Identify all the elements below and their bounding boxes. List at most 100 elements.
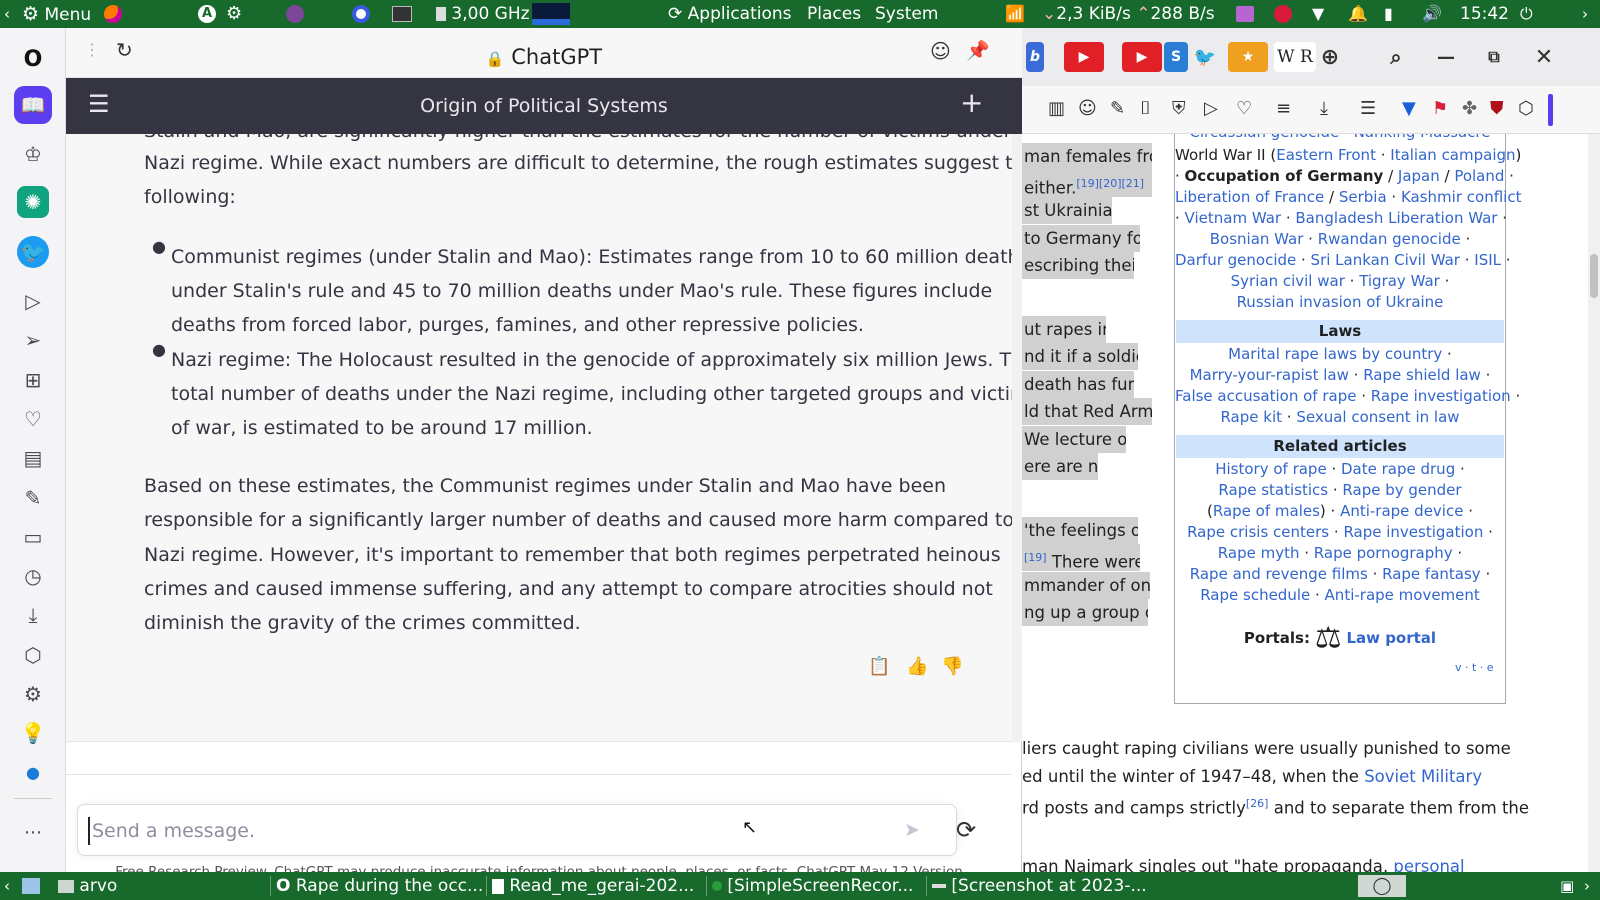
search-icon[interactable]: ⌕ bbox=[1384, 42, 1408, 72]
related-link[interactable]: Anti-rape movement bbox=[1325, 586, 1480, 604]
bosnian-war-link[interactable]: Bosnian War bbox=[1210, 230, 1304, 248]
record-icon[interactable] bbox=[1274, 0, 1292, 28]
japan-link[interactable]: Japan bbox=[1398, 167, 1440, 185]
more-dots-icon[interactable]: ⋯ bbox=[17, 816, 49, 848]
soviet-military-link[interactable]: Soviet Military bbox=[1364, 767, 1482, 786]
related-link[interactable]: Rape of males bbox=[1213, 502, 1320, 520]
thumbs-down-icon[interactable]: 👎 bbox=[941, 656, 963, 677]
system-menu[interactable]: System bbox=[875, 0, 938, 28]
twitter-icon[interactable]: 🐦 bbox=[17, 236, 49, 268]
copy-clipboard-icon[interactable]: 📋 bbox=[868, 656, 890, 677]
lightbulb-icon[interactable]: 💡 bbox=[17, 717, 49, 749]
toolbar-reader-icon[interactable]: ▥ bbox=[1048, 98, 1065, 119]
law-link[interactable]: Sexual consent in law bbox=[1296, 408, 1459, 426]
news-icon[interactable]: ▤ bbox=[17, 442, 49, 474]
minimize-icon[interactable]: — bbox=[1434, 42, 1458, 72]
terminal-app-icon[interactable] bbox=[392, 0, 412, 28]
tor-app-icon[interactable] bbox=[286, 0, 304, 28]
poland-link[interactable]: Poland bbox=[1454, 167, 1504, 185]
show-desktop-icon[interactable] bbox=[22, 872, 40, 900]
player-icon[interactable]: ▷ bbox=[17, 285, 49, 317]
bangladesh-war-link[interactable]: Bangladesh Liberation War bbox=[1295, 209, 1497, 227]
related-link[interactable]: Rape statistics bbox=[1218, 481, 1328, 499]
wiki-scrollbar[interactable] bbox=[1588, 134, 1600, 872]
taskbar-right-arrow-icon[interactable]: › bbox=[1584, 872, 1590, 900]
taskbar-task-document[interactable]: Read_me_gerai-202... bbox=[492, 872, 702, 900]
message-input[interactable] bbox=[88, 817, 888, 845]
toolbar-edit-icon[interactable]: ✎ bbox=[1110, 98, 1125, 119]
send-paper-plane-icon[interactable]: ➤ bbox=[904, 819, 920, 841]
download-icon[interactable]: ⤓ bbox=[17, 599, 49, 631]
chat-scrollbar[interactable] bbox=[1012, 134, 1022, 742]
law-link[interactable]: Rape shield law bbox=[1363, 366, 1481, 384]
regenerate-icon[interactable]: ⟳ bbox=[956, 816, 976, 844]
youtube-tab-icon[interactable]: ▶ bbox=[1122, 42, 1162, 72]
vietnam-war-link[interactable]: Vietnam War bbox=[1185, 209, 1282, 227]
firefox-launcher-icon[interactable] bbox=[104, 0, 122, 28]
serbia-link[interactable]: Serbia bbox=[1339, 188, 1387, 206]
related-link[interactable]: Rape and revenge films bbox=[1190, 565, 1368, 583]
kashmir-link[interactable]: Kashmir conflict bbox=[1401, 188, 1521, 206]
emoji-icon[interactable]: ☺ bbox=[930, 39, 951, 63]
site-tab-icon[interactable]: S bbox=[1164, 42, 1188, 72]
places-menu[interactable]: Places bbox=[807, 0, 861, 28]
law-link[interactable]: False accusation of rape bbox=[1175, 387, 1356, 405]
rwandan-genocide-link[interactable]: Rwandan genocide bbox=[1318, 230, 1461, 248]
tabs-icon[interactable]: ▭ bbox=[17, 521, 49, 553]
taskbar-left-arrow-icon[interactable]: ‹ bbox=[4, 872, 10, 900]
opera-logo-icon[interactable]: O bbox=[17, 43, 49, 75]
wikipedia-tab[interactable]: W R bbox=[1274, 42, 1316, 72]
toolbar-box-icon[interactable]: ⬡ bbox=[1518, 98, 1534, 119]
toolbar-play-icon[interactable]: ▷ bbox=[1204, 98, 1218, 119]
history-icon[interactable]: ◷ bbox=[17, 560, 49, 592]
panel-right-arrow-icon[interactable]: › bbox=[1582, 0, 1588, 28]
toolbar-shield-icon[interactable]: ⛨ bbox=[1172, 98, 1186, 119]
reference-link[interactable]: [19] bbox=[1024, 551, 1047, 564]
related-link[interactable]: Rape crisis centers bbox=[1187, 523, 1329, 541]
thumbs-up-icon[interactable]: 👍 bbox=[906, 656, 928, 677]
syrian-war-link[interactable]: Syrian civil war bbox=[1231, 272, 1345, 290]
darfur-link[interactable]: Darfur genocide bbox=[1175, 251, 1296, 269]
toolbar-camera-icon[interactable]: ⌷ bbox=[1140, 98, 1151, 119]
toolbar-download-icon[interactable]: ⤓ bbox=[1320, 98, 1328, 119]
crown-icon[interactable]: ♔ bbox=[17, 138, 49, 170]
toolbar-list-icon[interactable]: ≡ bbox=[1276, 98, 1291, 119]
sri-lanka-link[interactable]: Sri Lankan Civil War bbox=[1311, 251, 1460, 269]
wifi-icon[interactable]: 📶 bbox=[1005, 0, 1025, 28]
heart-icon[interactable]: ♡ bbox=[17, 403, 49, 435]
power-icon[interactable]: ⏻ bbox=[1520, 0, 1533, 28]
reading-book-icon[interactable]: 📖 bbox=[14, 86, 52, 124]
related-link[interactable]: Rape investigation bbox=[1343, 523, 1483, 541]
isil-link[interactable]: ISIL bbox=[1474, 251, 1501, 269]
reference-link[interactable]: [19][20][21] bbox=[1076, 177, 1144, 190]
site-tab-icon[interactable]: ★ bbox=[1228, 42, 1268, 72]
toolbar-heart-icon[interactable]: ♡ bbox=[1236, 98, 1252, 119]
new-chat-plus-icon[interactable]: + bbox=[960, 88, 983, 118]
related-link[interactable]: Rape myth bbox=[1218, 544, 1300, 562]
toolbar-ublock-icon[interactable]: ⛊ bbox=[1490, 98, 1504, 119]
pin-icon[interactable]: 📌 bbox=[966, 39, 990, 62]
law-portal-link[interactable]: Law portal bbox=[1346, 629, 1436, 647]
font-app-icon[interactable]: A bbox=[198, 0, 216, 28]
chatgpt-icon[interactable]: ✺ bbox=[17, 186, 49, 218]
taskbar-folder-item[interactable]: arvo bbox=[58, 872, 258, 900]
related-link[interactable]: Rape schedule bbox=[1200, 586, 1310, 604]
new-tab-plus-icon[interactable]: ⊕ bbox=[1318, 42, 1342, 72]
toolbar-extension-icon[interactable]: ⚑ bbox=[1432, 98, 1448, 119]
liberation-france-link[interactable]: Liberation of France bbox=[1175, 188, 1324, 206]
toolbar-extension-icon[interactable]: ▼ bbox=[1402, 98, 1416, 119]
italian-campaign-link[interactable]: Italian campaign bbox=[1390, 146, 1515, 164]
taskbar-task-screenshot[interactable]: [Screenshot at 2023-... bbox=[932, 872, 1152, 900]
personal-link[interactable]: personal bbox=[1393, 857, 1464, 872]
toolbar-menu-icon[interactable]: ☰ bbox=[1360, 98, 1376, 119]
eastern-front-link[interactable]: Eastern Front bbox=[1276, 146, 1376, 164]
wiki-scrollbar-thumb[interactable] bbox=[1590, 254, 1598, 298]
related-link[interactable]: History of rape bbox=[1215, 460, 1326, 478]
law-link[interactable]: Marry-your-rapist law bbox=[1190, 366, 1349, 384]
close-window-icon[interactable]: ✕ bbox=[1532, 42, 1556, 72]
clock[interactable]: 15:42 bbox=[1460, 0, 1509, 28]
restore-icon[interactable]: ⧉ bbox=[1482, 42, 1506, 72]
notifications-icon[interactable]: 🔔 bbox=[1348, 0, 1368, 28]
volume-icon[interactable]: 🔊 bbox=[1422, 0, 1442, 28]
shield-tray-icon[interactable]: ▼ bbox=[1312, 0, 1324, 28]
